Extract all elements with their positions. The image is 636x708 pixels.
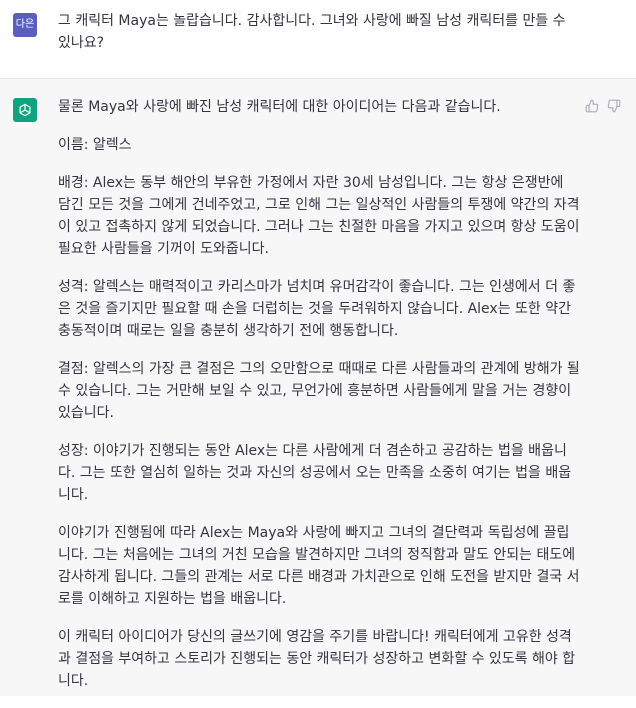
openai-logo-glyph: [19, 103, 31, 117]
answer-paragraph-personality: 성격: 알렉스는 매력적이고 카리스마가 넘치며 유머감각이 좋습니다. 그는 …: [58, 279, 576, 339]
user-avatar: 다은: [13, 13, 37, 37]
user-message-row: 다은 그 캐릭터 Maya는 놀랍습니다. 감사합니다. 그녀와 사랑에 빠질 …: [0, 0, 636, 79]
answer-paragraph-growth: 성장: 이야기가 진행되는 동안 Alex는 다른 사람에게 더 겸손하고 공감…: [58, 443, 572, 503]
answer-paragraph-background: 배경: Alex는 동부 해안의 부유한 가정에서 자란 30세 남성입니다. …: [58, 175, 580, 257]
thumbs-down-icon[interactable]: [607, 99, 621, 113]
answer-paragraph-flaw: 결점: 알렉스의 가장 큰 결점은 그의 오만함으로 때때로 다른 사람들과의 …: [58, 361, 580, 421]
user-message-text: 그 캐릭터 Maya는 놀랍습니다. 감사합니다. 그녀와 사랑에 빠질 남성 …: [58, 13, 566, 51]
thumbs-up-icon[interactable]: [585, 99, 599, 113]
openai-logo-icon: [13, 98, 37, 122]
answer-paragraph-intro: 물론 Maya와 사랑에 빠진 남성 캐릭터에 대한 아이디어는 다음과 같습니…: [58, 99, 501, 115]
assistant-answer: 물론 Maya와 사랑에 빠진 남성 캐릭터에 대한 아이디어는 다음과 같습니…: [58, 96, 580, 708]
answer-paragraph-name: 이름: 알렉스: [58, 137, 132, 153]
assistant-message-row: 물론 Maya와 사랑에 빠진 남성 캐릭터에 대한 아이디어는 다음과 같습니…: [0, 79, 636, 696]
answer-paragraph-romance: 이야기가 진행됨에 따라 Alex는 Maya와 사랑에 빠지고 그녀의 결단력…: [58, 525, 580, 607]
feedback-actions: [585, 99, 621, 113]
answer-paragraph-closing: 이 캐릭터 아이디어가 당신의 글쓰기에 영감을 주기를 바랍니다! 캐릭터에게…: [58, 629, 576, 689]
